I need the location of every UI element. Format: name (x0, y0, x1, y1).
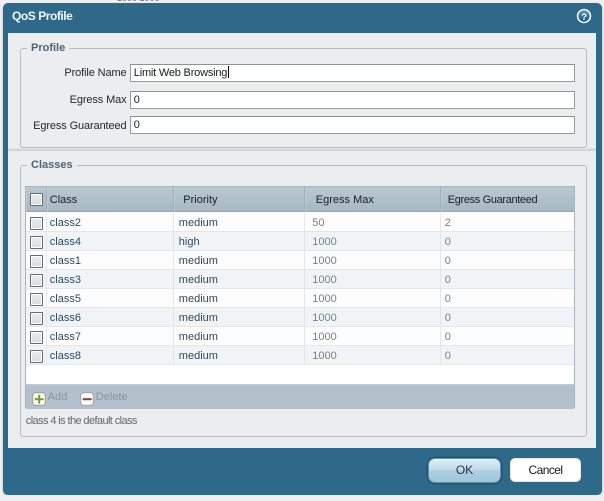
svg-text:?: ? (581, 12, 587, 23)
